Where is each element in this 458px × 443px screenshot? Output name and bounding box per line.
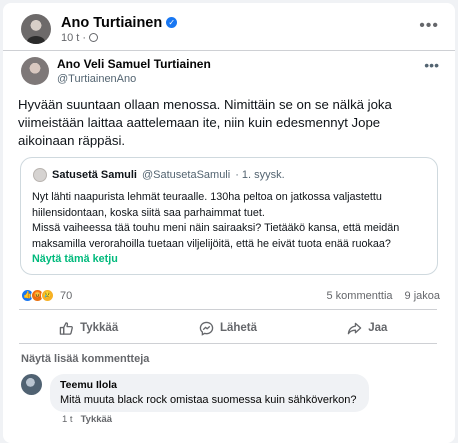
author-avatar[interactable] bbox=[21, 14, 51, 44]
embedded-tweet: Ano Veli Samuel Turtiainen @TurtiainenAn… bbox=[3, 50, 455, 85]
like-button[interactable]: Tykkää bbox=[19, 313, 158, 343]
post-meta: 10 t · bbox=[61, 32, 177, 44]
globe-icon bbox=[89, 33, 99, 42]
comment-item: Teemu Ilola Mitä muuta black rock omista… bbox=[21, 374, 369, 412]
send-label: Lähetä bbox=[219, 322, 258, 334]
show-more-comments-link[interactable]: Näytä lisää kommentteja bbox=[21, 353, 149, 365]
quoted-tweet-header: Satusetä Samuli @SatusetaSamuli · 1. syy… bbox=[33, 168, 285, 182]
share-count[interactable]: 9 jakoa bbox=[405, 290, 440, 302]
comment-text: Mitä muuta black rock omistaa suomessa k… bbox=[60, 394, 357, 406]
thumbs-up-icon bbox=[59, 321, 73, 335]
post-more-options-icon[interactable]: ••• bbox=[419, 17, 439, 35]
post-stats: 5 kommenttia 9 jakoa bbox=[326, 290, 440, 302]
like-label: Tykkää bbox=[80, 322, 119, 334]
meta-separator: · bbox=[82, 31, 87, 44]
quoted-author-name: Satusetä Samuli bbox=[52, 169, 137, 181]
comment-author[interactable]: Teemu Ilola bbox=[60, 379, 357, 391]
reaction-count[interactable]: 70 bbox=[60, 290, 72, 302]
author-block: Ano Turtiainen ✓ 10 t · bbox=[61, 15, 178, 44]
comment-time[interactable]: 1 t bbox=[62, 414, 73, 425]
tweet-avatar bbox=[21, 57, 49, 85]
share-label: Jaa bbox=[368, 322, 388, 334]
quoted-tweet[interactable]: Satusetä Samuli @SatusetaSamuli · 1. syy… bbox=[20, 157, 438, 275]
quoted-author-handle: @SatusetaSamuli bbox=[141, 169, 231, 181]
author-name[interactable]: Ano Turtiainen bbox=[61, 15, 162, 31]
comment-count[interactable]: 5 kommenttia bbox=[326, 290, 392, 302]
divider-bottom bbox=[19, 343, 437, 344]
verified-badge-icon: ✓ bbox=[166, 17, 178, 28]
tweet-author-handle: @TurtiainenAno bbox=[57, 73, 137, 85]
tweet-header: Ano Veli Samuel Turtiainen @TurtiainenAn… bbox=[21, 57, 211, 85]
comment-like-button[interactable]: Tykkää bbox=[81, 414, 113, 425]
reaction-summary[interactable]: 👍 😡 😢 70 bbox=[21, 289, 72, 302]
send-button[interactable]: Lähetä bbox=[158, 313, 297, 343]
author-row: Ano Turtiainen ✓ bbox=[61, 15, 178, 31]
post-time[interactable]: 10 t bbox=[61, 32, 79, 44]
comment-meta: 1 t Tykkää bbox=[62, 414, 112, 425]
sad-reaction-icon: 😢 bbox=[41, 289, 54, 302]
tweet-text: Hyvään suuntaan ollaan menossa. Nimittäi… bbox=[18, 97, 392, 148]
show-thread-link[interactable]: Näytä tämä ketju bbox=[32, 253, 118, 265]
share-button[interactable]: Jaa bbox=[298, 313, 437, 343]
action-bar: Tykkää Lähetä Jaa bbox=[19, 313, 437, 343]
post-header: Ano Turtiainen ✓ 10 t · bbox=[21, 14, 178, 44]
share-arrow-icon bbox=[347, 322, 362, 334]
quoted-avatar bbox=[33, 168, 47, 182]
tweet-author-name: Ano Veli Samuel Turtiainen bbox=[57, 57, 211, 71]
commenter-avatar[interactable] bbox=[21, 374, 42, 395]
tweet-more-icon[interactable]: ••• bbox=[424, 57, 439, 73]
messenger-icon bbox=[199, 321, 214, 336]
tweet-names: Ano Veli Samuel Turtiainen @TurtiainenAn… bbox=[57, 57, 211, 85]
divider-top bbox=[19, 309, 437, 310]
comment-bubble: Teemu Ilola Mitä muuta black rock omista… bbox=[50, 374, 369, 412]
quoted-text: Nyt lähti naapurista lehmät teuraalle. 1… bbox=[32, 191, 400, 250]
quoted-date: · 1. syysk. bbox=[235, 169, 285, 181]
